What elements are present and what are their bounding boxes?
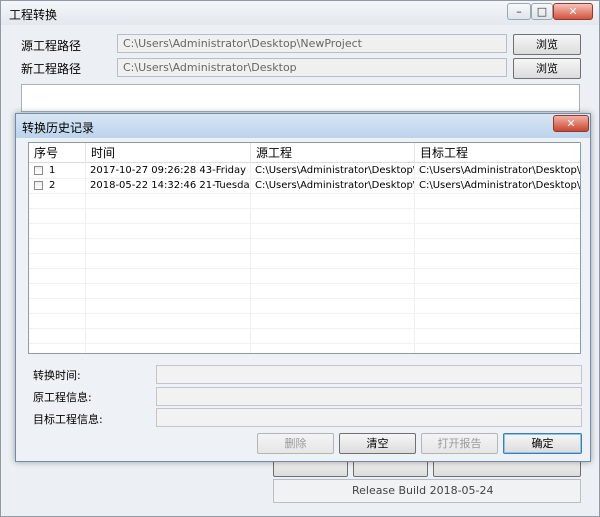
column-header-target[interactable]: 目标工程	[415, 143, 580, 163]
main-titlebar: 工程转换 – □ ✕	[1, 1, 599, 25]
table-row[interactable]: 2 2018-05-22 14:32:46 21-Tuesday C:\User…	[29, 179, 580, 193]
delete-button[interactable]: 删除	[257, 433, 334, 454]
release-build-text: Release Build 2018-05-24	[273, 479, 581, 503]
browse-new-button[interactable]: 浏览	[513, 58, 581, 79]
dialog-titlebar: 转换历史记录 ✕	[16, 114, 590, 138]
new-path-field[interactable]: C:\Users\Administrator\Desktop	[117, 58, 507, 77]
grid-line	[29, 328, 580, 329]
dialog-close-icon[interactable]: ✕	[553, 115, 589, 132]
orig-info-field[interactable]	[156, 387, 582, 406]
history-dialog: 转换历史记录 ✕ 序号 时间 源工程 目标工程 1 2017-10-27 09:…	[15, 113, 591, 462]
column-header-source[interactable]: 源工程	[251, 143, 415, 163]
row-source: C:\Users\Administrator\Desktop\N...	[255, 165, 414, 176]
history-list[interactable]: 序号 时间 源工程 目标工程 1 2017-10-27 09:26:28 43-…	[28, 142, 581, 354]
row-time: 2017-10-27 09:26:28 43-Friday	[90, 165, 247, 176]
grid-line	[29, 268, 580, 269]
row-time: 2018-05-22 14:32:46 21-Tuesday	[90, 180, 250, 191]
dialog-title: 转换历史记录	[22, 121, 95, 135]
source-path-field[interactable]: C:\Users\Administrator\Desktop\NewProjec…	[117, 34, 507, 53]
row-source: C:\Users\Administrator\Desktop\N...	[255, 180, 414, 191]
column-header-index[interactable]: 序号	[29, 143, 86, 163]
target-info-field[interactable]	[156, 408, 582, 427]
main-window-title: 工程转换	[9, 8, 58, 22]
log-area[interactable]	[21, 84, 580, 112]
ok-button[interactable]: 确定	[503, 433, 582, 454]
row-index: 2	[49, 180, 56, 191]
close-icon[interactable]: ✕	[553, 3, 593, 20]
grid-line	[29, 283, 580, 284]
grid-line	[29, 238, 580, 239]
grid-line	[29, 193, 580, 194]
row-target: C:\Users\Administrator\Desktop\N...	[419, 180, 580, 191]
open-report-button[interactable]: 打开报告	[421, 433, 498, 454]
target-info-label: 目标工程信息:	[33, 413, 103, 426]
source-path-label: 源工程路径	[21, 39, 82, 53]
row-checkbox[interactable]	[34, 181, 43, 190]
convert-time-field[interactable]	[156, 365, 582, 384]
browse-source-button[interactable]: 浏览	[513, 34, 581, 55]
orig-info-label: 原工程信息:	[33, 391, 92, 404]
new-path-label: 新工程路径	[21, 62, 82, 76]
row-checkbox[interactable]	[34, 166, 43, 175]
maximize-icon[interactable]: □	[531, 3, 553, 20]
minimize-icon[interactable]: –	[507, 3, 531, 20]
clear-button[interactable]: 清空	[339, 433, 416, 454]
grid-line	[29, 208, 580, 209]
convert-time-label: 转换时间:	[33, 369, 81, 382]
row-index: 1	[49, 165, 56, 176]
column-header-time[interactable]: 时间	[86, 143, 251, 163]
grid-line	[29, 223, 580, 224]
grid-line	[29, 253, 580, 254]
grid-line	[29, 298, 580, 299]
table-row[interactable]: 1 2017-10-27 09:26:28 43-Friday C:\Users…	[29, 164, 580, 178]
grid-line	[29, 313, 580, 314]
grid-line	[29, 343, 580, 344]
row-target: C:\Users\Administrator\Desktop\N...	[419, 165, 580, 176]
